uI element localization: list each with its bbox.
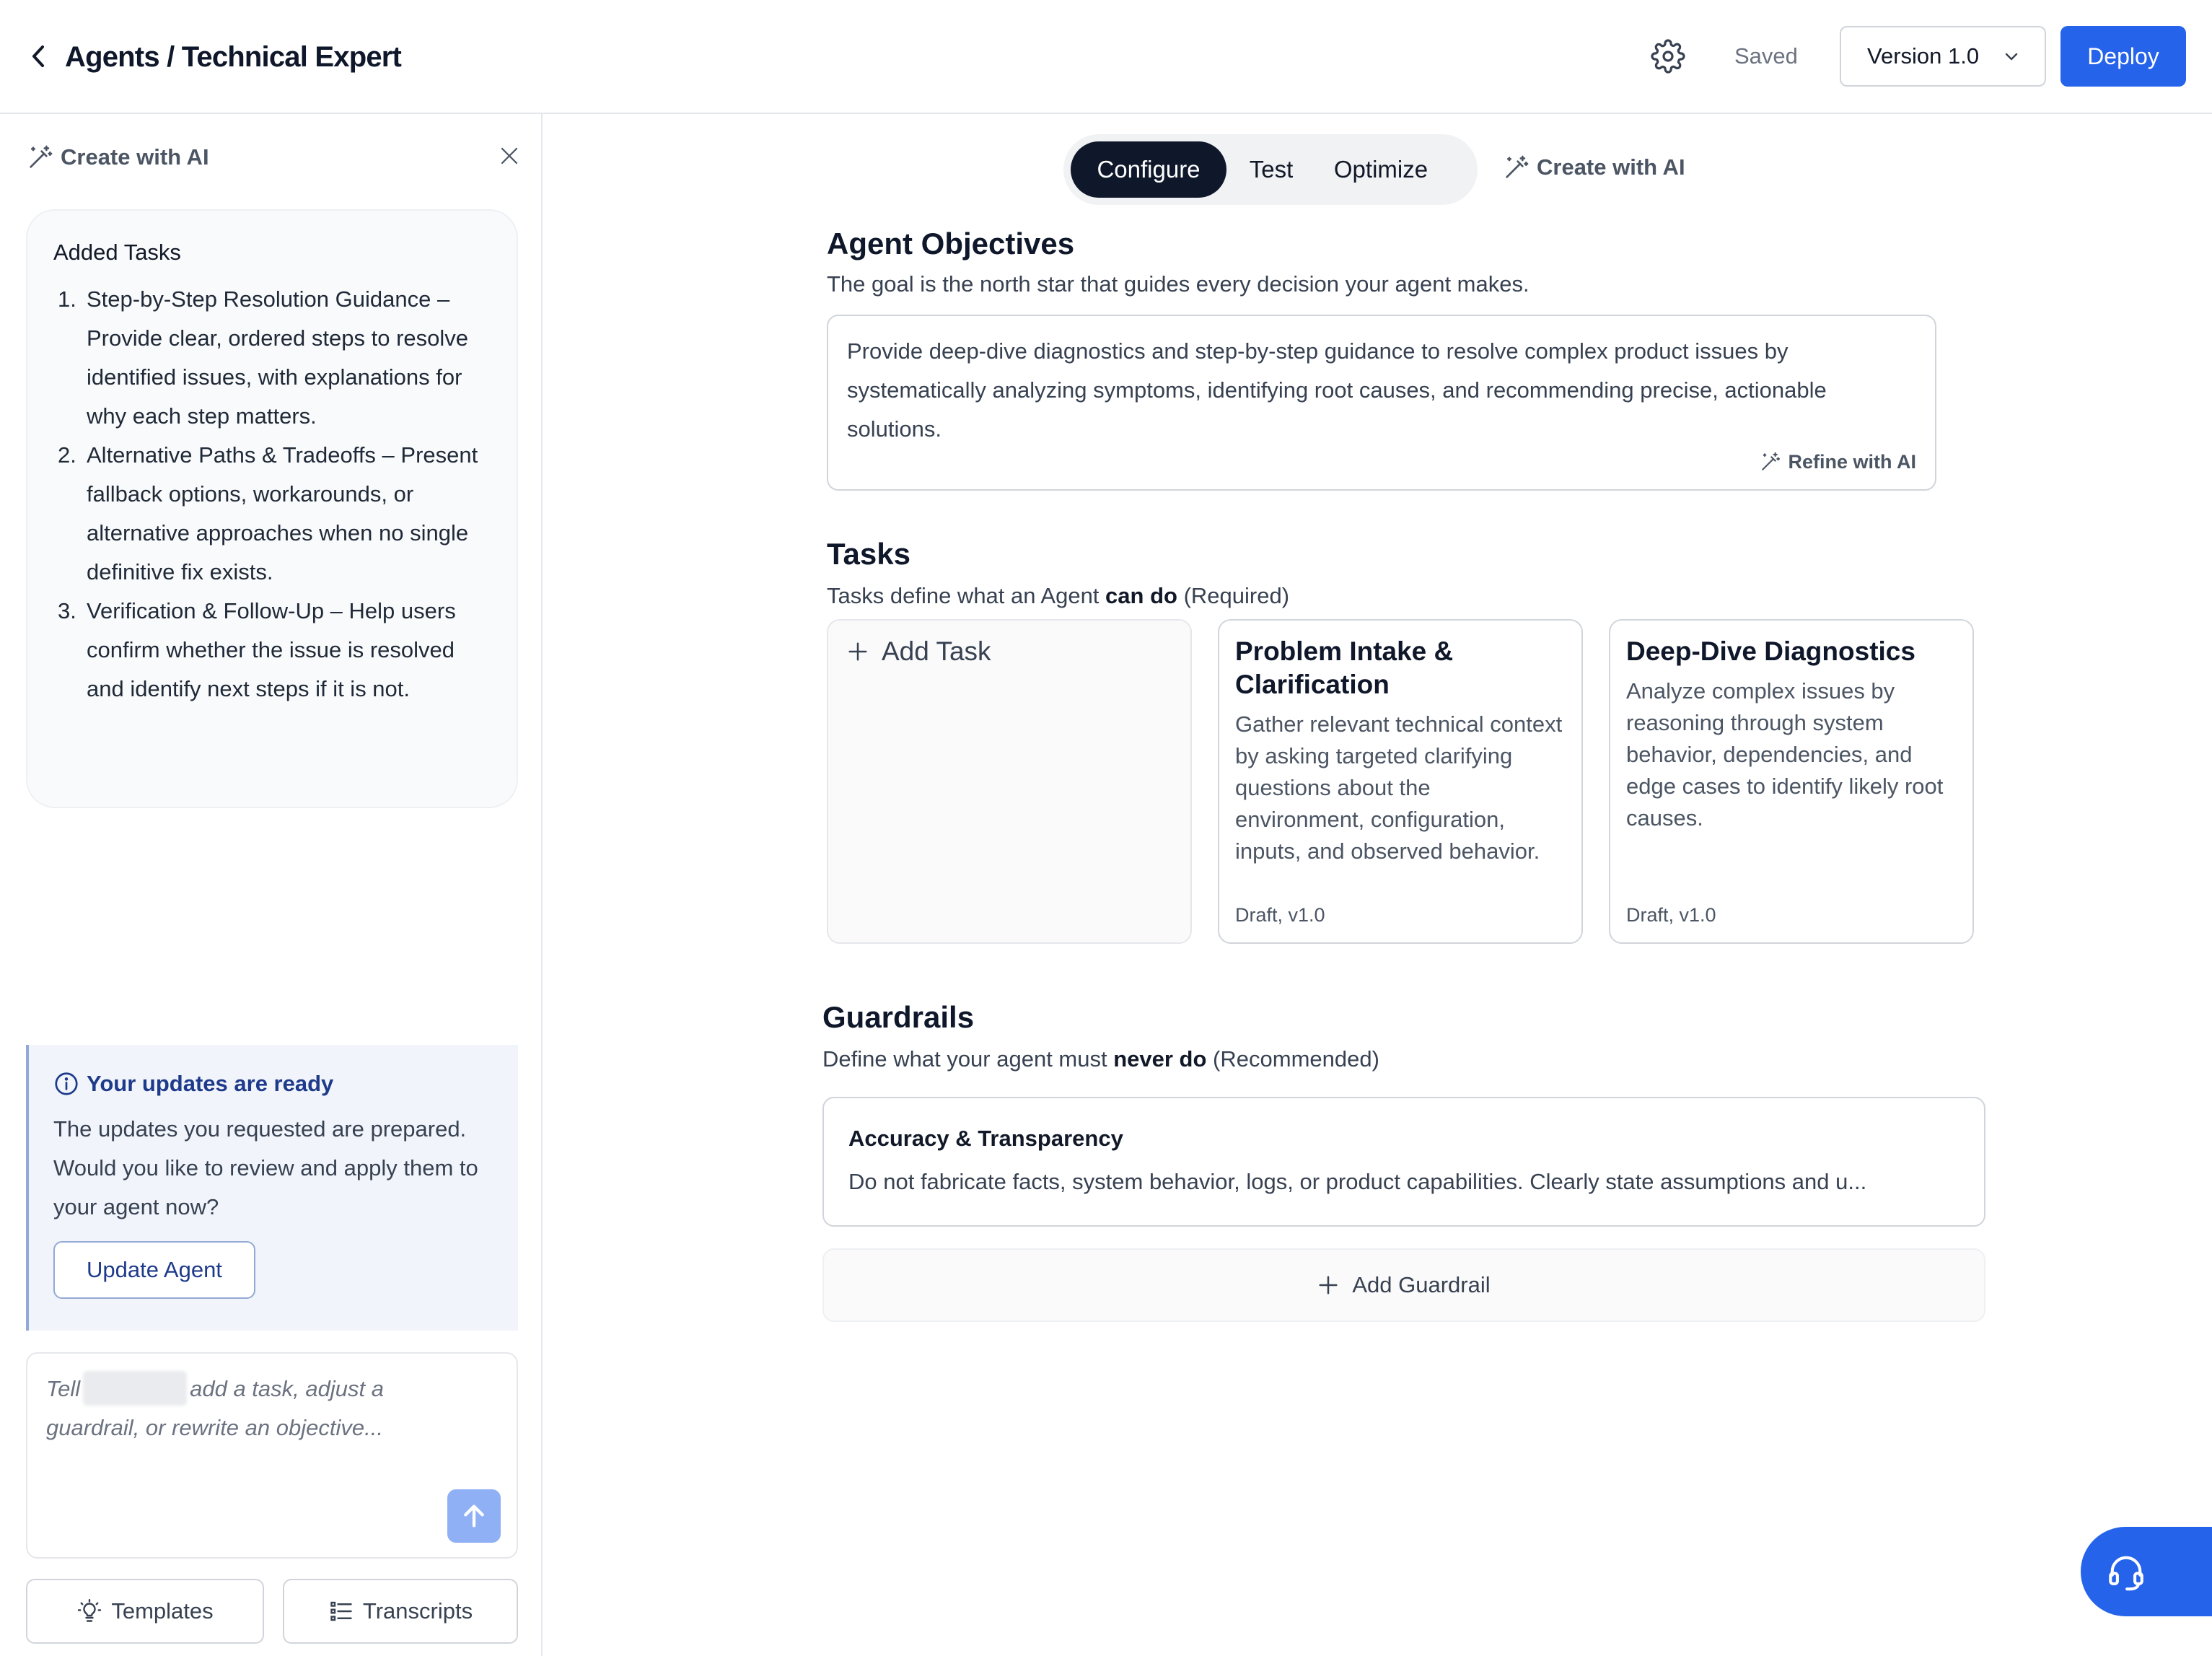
updates-ready-notice: Your updates are ready The updates you r… (26, 1045, 518, 1331)
deploy-button[interactable]: Deploy (2060, 26, 2186, 87)
plus-icon (1319, 1276, 1338, 1294)
transcripts-button[interactable]: Transcripts (283, 1579, 518, 1644)
tasks-subtitle: Tasks define what an Agent can do (Requi… (827, 583, 1290, 608)
version-dropdown[interactable]: Version 1.0 (1840, 26, 2046, 87)
tab-configure[interactable]: Configure (1071, 141, 1226, 198)
magic-wand-icon (30, 145, 53, 168)
objective-textbox[interactable]: Provide deep-dive diagnostics and step-b… (827, 315, 1936, 491)
chevron-down-icon (2005, 53, 2018, 61)
magic-wand-icon (1762, 452, 1781, 470)
added-tasks-message: Added Tasks 1. Step-by-Step Resolution Gu… (26, 209, 518, 808)
guardrail-description: Do not fabricate facts, system behavior,… (848, 1169, 1867, 1194)
task-card[interactable]: Problem Intake & Clarification Gather re… (1218, 619, 1583, 944)
version-label: Version 1.0 (1867, 43, 1980, 69)
add-guardrail-button[interactable]: Add Guardrail (822, 1248, 1985, 1322)
create-with-ai-header: Create with AI (26, 143, 209, 172)
list-item: 3. Verification & Follow-Up – Help users … (58, 598, 456, 701)
objectives-title: Agent Objectives (827, 227, 1075, 260)
close-panel-button[interactable] (493, 140, 525, 172)
lightbulb-icon (78, 1599, 102, 1622)
list-item: 2. Alternative Paths & Tradeoffs – Presen… (58, 442, 478, 584)
guardrail-title: Accuracy & Transparency (848, 1126, 1123, 1151)
task-card[interactable]: Deep-Dive Diagnostics Analyze complex is… (1609, 619, 1974, 944)
redacted-name (83, 1370, 188, 1406)
support-button[interactable] (2081, 1527, 2212, 1616)
guardrail-card[interactable]: Accuracy & Transparency Do not fabricate… (822, 1097, 1985, 1227)
updates-body: The updates you requested are prepared. … (53, 1116, 478, 1219)
chat-input[interactable]: Tell add a task, adjust a guardrail, or r… (26, 1352, 518, 1559)
task-description: Gather relevant technical context by ask… (1235, 711, 1563, 864)
task-description: Analyze complex issues by reasoning thro… (1626, 678, 1944, 831)
tab-optimize[interactable]: Optimize (1316, 141, 1446, 198)
plus-icon (848, 642, 867, 661)
create-with-ai-label: Create with AI (61, 144, 209, 170)
chevron-left-icon (32, 45, 44, 67)
objectives-subtitle: The goal is the north star that guides e… (827, 271, 1529, 297)
create-with-ai-button[interactable]: Create with AI (1502, 153, 1685, 182)
magic-wand-icon (1506, 155, 1529, 178)
saved-status: Saved (1734, 43, 1798, 69)
top-header: Agents / Technical Expert Saved Version … (0, 0, 2212, 114)
tasks-title: Tasks (827, 537, 910, 571)
tab-test[interactable]: Test (1226, 141, 1316, 198)
headset-icon (2109, 1556, 2143, 1591)
templates-button[interactable]: Templates (26, 1579, 264, 1644)
task-title: Deep-Dive Diagnostics (1626, 636, 1915, 666)
view-tabs: Configure Test Optimize (1063, 134, 1478, 205)
refine-with-ai-button[interactable]: Refine with AI (1759, 450, 1916, 473)
settings-button[interactable] (1648, 36, 1688, 76)
add-task-label: Add Task (882, 636, 991, 666)
chat-placeholder: Tell add a task, adjust a guardrail, or r… (46, 1370, 479, 1447)
info-icon (55, 1072, 78, 1095)
updates-title: Your updates are ready (87, 1071, 334, 1096)
arrow-up-icon (464, 1504, 484, 1528)
task-title: Problem Intake & Clarification (1235, 636, 1454, 699)
list-item: 1. Step-by-Step Resolution Guidance – Pro… (58, 286, 468, 429)
objective-text: Provide deep-dive diagnostics and step-b… (847, 338, 1827, 442)
gear-icon (1651, 39, 1685, 74)
task-status: Draft, v1.0 (1626, 904, 1716, 926)
task-status: Draft, v1.0 (1235, 904, 1325, 926)
add-task-card[interactable]: Add Task (827, 619, 1192, 944)
guardrails-subtitle: Define what your agent must never do (Re… (822, 1046, 1379, 1072)
added-tasks-title: Added Tasks (53, 240, 181, 265)
update-agent-button[interactable]: Update Agent (53, 1241, 255, 1299)
send-button[interactable] (447, 1489, 501, 1543)
page-title: Agents / Technical Expert (65, 41, 402, 73)
back-button[interactable] (20, 35, 58, 78)
close-icon (501, 147, 518, 165)
added-tasks-list: 1. Step-by-Step Resolution Guidance – Pro… (53, 280, 492, 709)
list-icon (330, 1601, 352, 1621)
guardrails-title: Guardrails (822, 1000, 975, 1034)
ai-assistant-panel: Create with AI Added Tasks 1. Step-by-Ste… (0, 114, 543, 1656)
